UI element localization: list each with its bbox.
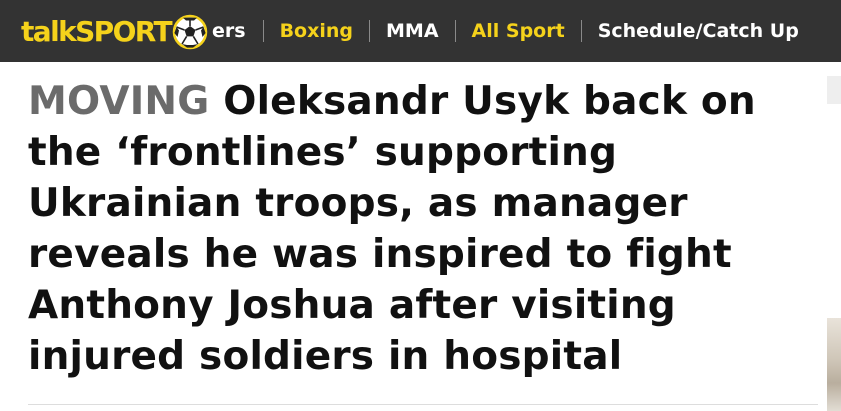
headline-divider <box>28 404 818 405</box>
article-headline: MOVING Oleksandr Usyk back on the ‘front… <box>28 76 818 382</box>
page: talkSPORT ers Boxing MMA All Sport Sched… <box>0 0 841 411</box>
nav-item-all-sport[interactable]: All Sport <box>456 19 581 43</box>
logo-wordmark: talkSPORT <box>21 15 173 48</box>
nav-item-boxing[interactable]: Boxing <box>264 19 369 43</box>
sidebar-image-edge <box>827 318 841 411</box>
top-navigation-bar: talkSPORT ers Boxing MMA All Sport Sched… <box>0 0 841 62</box>
nav-item-mma[interactable]: MMA <box>370 19 455 43</box>
main-nav: ers Boxing MMA All Sport Schedule/Catch … <box>212 0 841 62</box>
football-icon <box>172 14 208 50</box>
nav-item-schedule-catch-up[interactable]: Schedule/Catch Up <box>582 19 815 43</box>
talksport-logo[interactable]: talkSPORT <box>21 12 208 52</box>
headline-text: Oleksandr Usyk back on the ‘frontlines’ … <box>28 79 756 379</box>
nav-item-partial[interactable]: ers <box>212 19 263 43</box>
headline-kicker: MOVING <box>28 79 210 124</box>
sidebar-ad-placeholder <box>827 76 841 104</box>
